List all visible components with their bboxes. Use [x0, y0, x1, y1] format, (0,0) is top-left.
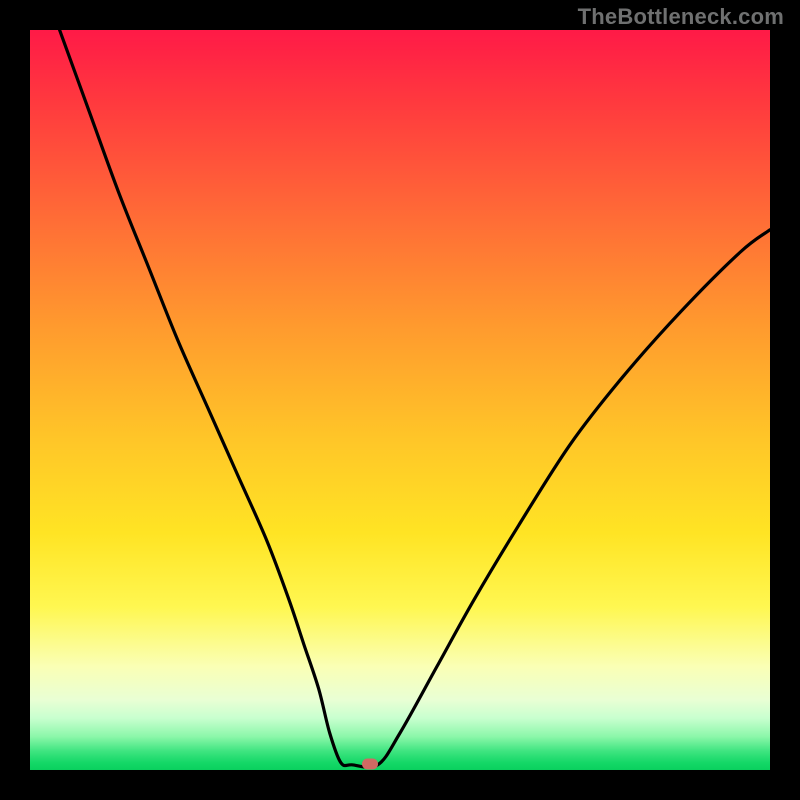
watermark-text: TheBottleneck.com [578, 4, 784, 30]
bottleneck-curve [30, 30, 770, 770]
plot-area [30, 30, 770, 770]
optimal-point-marker [362, 759, 378, 770]
chart-frame: TheBottleneck.com [0, 0, 800, 800]
